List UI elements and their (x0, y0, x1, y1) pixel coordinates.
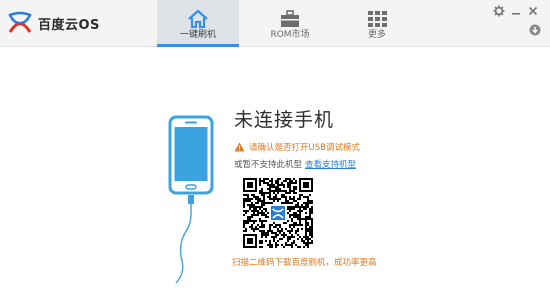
unsupported-model-text: 或暂不支持此机型 (234, 160, 303, 170)
tab-label: ROM市场 (270, 30, 310, 40)
usb-debug-warning: 请确认是否打开USB调试模式 (234, 141, 534, 153)
connection-status: 未连接手机 请确认是否打开USB调试模式 或暂不支持此机型 查看支持机型 (234, 108, 534, 170)
download-qr-code (243, 178, 313, 248)
brand: 百度云OS (6, 9, 100, 37)
disconnected-phone-icon (168, 115, 214, 284)
warning-text: 请确认是否打开USB调试模式 (249, 143, 360, 153)
briefcase-icon (281, 10, 299, 27)
view-supported-models-link[interactable]: 查看支持机型 (305, 160, 356, 170)
baidu-cloud-logo-icon (8, 11, 32, 33)
tab-more[interactable]: 更多 (336, 0, 418, 47)
minimize-icon[interactable] (510, 5, 522, 17)
tab-label: 更多 (367, 30, 386, 40)
download-icon[interactable] (529, 24, 541, 36)
app-name: 百度云OS (38, 17, 100, 33)
tab-one-click-flash[interactable]: 一键刷机 (157, 0, 239, 47)
grid-icon (368, 11, 387, 27)
status-headline: 未连接手机 (234, 109, 335, 131)
home-icon (188, 9, 208, 29)
title-bar: 百度云OS 一键刷机 ROM市场 更多 (0, 0, 550, 47)
tab-label: 一键刷机 (179, 30, 216, 40)
scan-tip-text: 扫描二维码下载百度刷机，成功率更高 (232, 258, 377, 268)
close-icon[interactable] (527, 5, 539, 17)
warning-icon (234, 142, 245, 152)
gear-icon[interactable] (493, 5, 505, 17)
model-support-row: 或暂不支持此机型 查看支持机型 (234, 158, 534, 170)
tab-rom-market[interactable]: ROM市场 (249, 0, 331, 47)
